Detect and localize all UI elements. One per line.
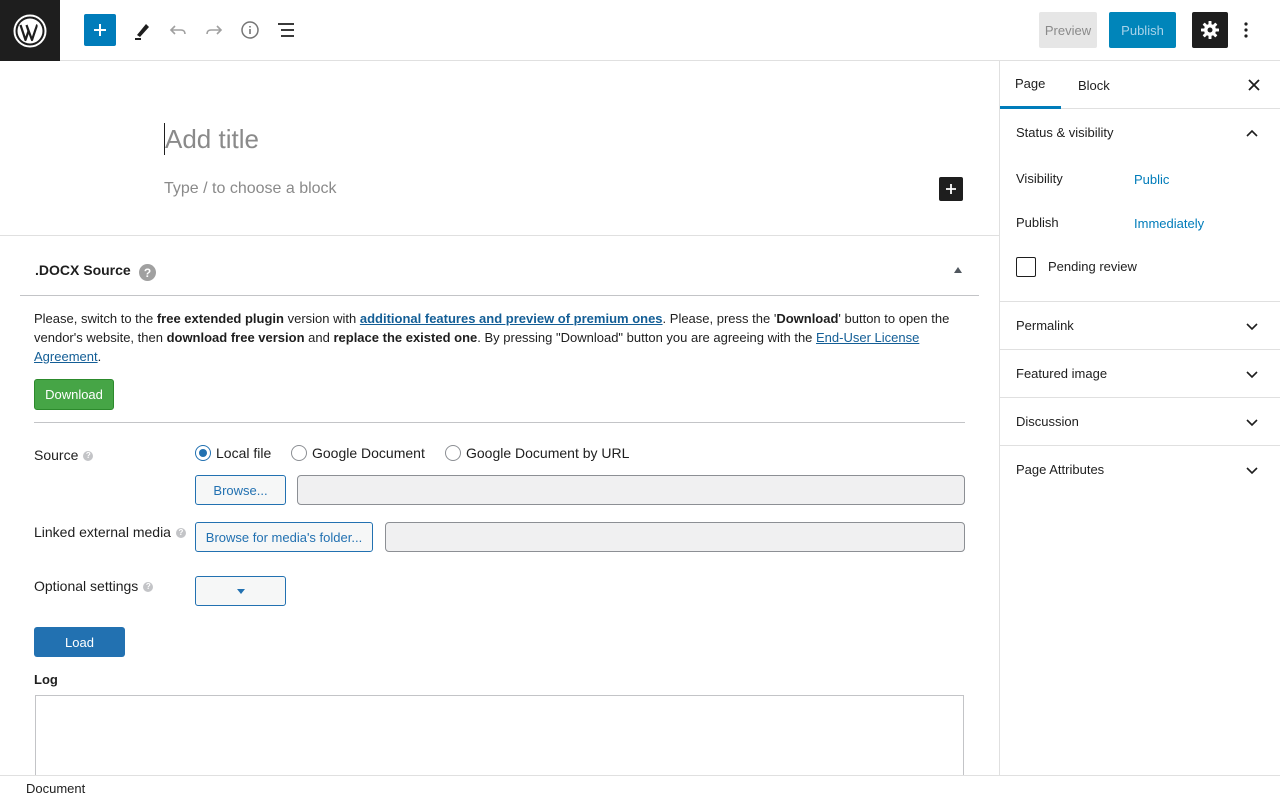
chevron-down-icon: [236, 588, 245, 594]
radio-icon[interactable]: [291, 445, 307, 461]
publish-label: Publish: [1016, 215, 1059, 230]
browse-media-folder-button[interactable]: Browse for media's folder...: [195, 522, 373, 552]
tab-page[interactable]: Page: [1000, 61, 1061, 109]
source-label: Source?: [34, 447, 94, 463]
plus-icon: [94, 24, 106, 36]
sidebar-tabs: Page Block: [1000, 61, 1280, 109]
plugin-notice: Please, switch to the free extended plug…: [34, 311, 950, 364]
chevron-down-icon[interactable]: [1244, 415, 1260, 431]
publish-button[interactable]: Publish: [1109, 12, 1176, 48]
panel-permalink[interactable]: Permalink: [1000, 302, 1280, 350]
load-button[interactable]: Load: [34, 627, 125, 657]
browse-button[interactable]: Browse...: [195, 475, 286, 505]
radio-checked-icon[interactable]: [195, 445, 211, 461]
panel-title[interactable]: Status & visibility: [1016, 125, 1114, 140]
metabox-title: .DOCX Source: [35, 262, 131, 278]
file-path-field[interactable]: [297, 475, 965, 505]
more-options-icon[interactable]: [1234, 18, 1258, 42]
breadcrumb[interactable]: Document: [26, 781, 85, 796]
media-folder-field[interactable]: [385, 522, 965, 552]
add-block-button[interactable]: [84, 14, 116, 46]
source-radio-google-document[interactable]: Google Document: [291, 445, 425, 461]
divider: [34, 422, 965, 423]
download-button[interactable]: Download: [34, 379, 114, 410]
chevron-down-icon[interactable]: [1244, 367, 1260, 383]
block-appender[interactable]: Type / to choose a block: [164, 180, 337, 198]
log-textarea[interactable]: [35, 695, 964, 775]
source-radio-google-document-url[interactable]: Google Document by URL: [445, 445, 629, 461]
settings-sidebar: Page Block Status & visibility Visibilit…: [999, 61, 1280, 775]
help-icon[interactable]: ?: [83, 451, 94, 462]
linked-media-label: Linked external media?: [34, 524, 186, 540]
features-link[interactable]: additional features and preview of premi…: [360, 311, 663, 326]
editor-footer: Document: [0, 775, 1280, 800]
radio-icon[interactable]: [445, 445, 461, 461]
chevron-up-icon[interactable]: [1244, 125, 1260, 141]
info-icon[interactable]: [238, 18, 262, 42]
help-icon[interactable]: ?: [139, 264, 156, 281]
wordpress-logo-icon[interactable]: [0, 0, 60, 61]
publish-date-toggle[interactable]: Immediately: [1134, 216, 1204, 231]
preview-button[interactable]: Preview: [1039, 12, 1097, 48]
gear-icon: [1201, 21, 1219, 39]
panel-page-attributes[interactable]: Page Attributes: [1000, 446, 1280, 494]
editor-header: Preview Publish: [0, 0, 1280, 61]
redo-icon[interactable]: [202, 18, 226, 42]
post-title-input[interactable]: Add title: [164, 123, 259, 155]
edit-pencil-icon[interactable]: [130, 18, 154, 42]
optional-settings-label: Optional settings?: [34, 578, 154, 594]
visibility-label: Visibility: [1016, 171, 1063, 186]
docx-source-metabox-header[interactable]: .DOCX Source ?: [20, 236, 979, 296]
list-view-icon[interactable]: [274, 18, 298, 42]
inline-add-block-button[interactable]: [939, 177, 963, 201]
panel-featured-image[interactable]: Featured image: [1000, 350, 1280, 398]
help-icon[interactable]: ?: [175, 528, 186, 539]
panel-discussion[interactable]: Discussion: [1000, 398, 1280, 446]
source-radio-local-file[interactable]: Local file: [195, 445, 271, 461]
pending-review-label: Pending review: [1048, 259, 1137, 274]
pending-review-checkbox[interactable]: [1016, 257, 1036, 277]
undo-icon[interactable]: [166, 18, 190, 42]
help-icon[interactable]: ?: [143, 582, 154, 593]
chevron-down-icon[interactable]: [1244, 463, 1260, 479]
log-label: Log: [34, 672, 58, 687]
close-icon[interactable]: [1244, 75, 1264, 95]
visibility-toggle[interactable]: Public: [1134, 172, 1169, 187]
optional-settings-dropdown[interactable]: [195, 576, 286, 606]
settings-button[interactable]: [1192, 12, 1228, 48]
tab-block[interactable]: Block: [1078, 61, 1110, 109]
editor-canvas: Add title Type / to choose a block .DOCX…: [0, 61, 999, 775]
panel-status-visibility: Status & visibility Visibility Public Pu…: [1000, 109, 1280, 302]
chevron-down-icon[interactable]: [1244, 319, 1260, 335]
plus-icon: [946, 184, 956, 194]
collapse-arrow-icon[interactable]: [954, 267, 962, 273]
